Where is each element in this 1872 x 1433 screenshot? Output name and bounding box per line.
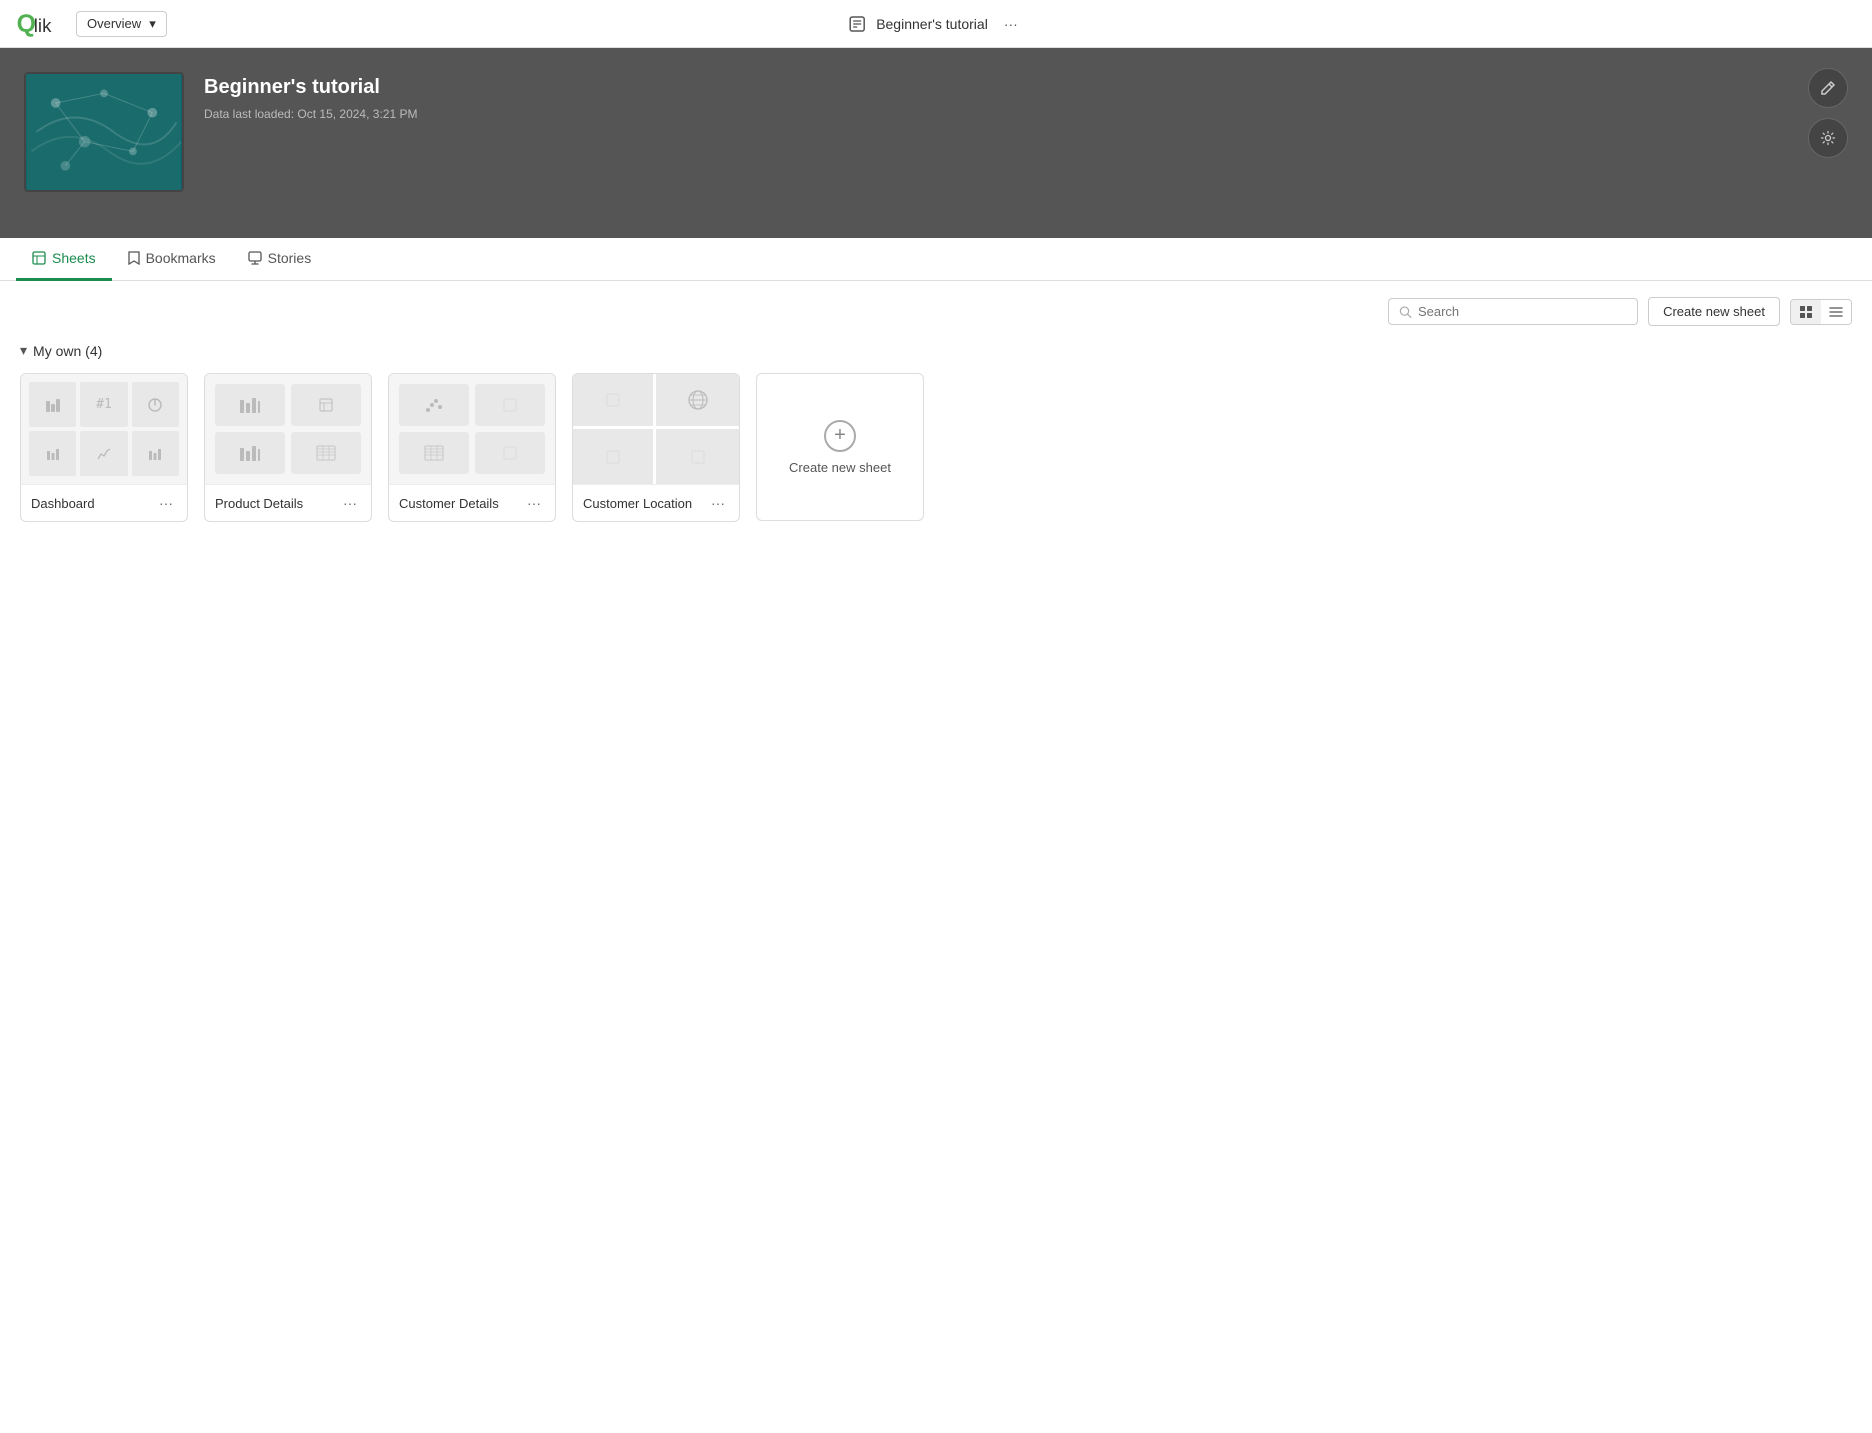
sheet-card-customer-location-footer: Customer Location ··· <box>573 484 739 521</box>
cl-cell-tr <box>656 374 739 429</box>
my-own-label: My own (4) <box>33 343 102 359</box>
view-toggle <box>1790 299 1852 325</box>
sheet-name-customer-location: Customer Location <box>583 496 692 511</box>
product-cell-2 <box>291 384 361 426</box>
overview-dropdown[interactable]: Overview ▾ <box>76 11 167 37</box>
tabs-bar: Sheets Bookmarks Stories <box>0 238 1872 281</box>
list-icon <box>1829 305 1843 319</box>
cl-cell-tl <box>573 374 656 429</box>
dash-cell-3 <box>132 382 179 427</box>
grid-view-button[interactable] <box>1791 300 1821 324</box>
qlik-logo: Q lik <box>16 10 64 38</box>
plus-icon: + <box>824 420 856 452</box>
hero-info: Beginner's tutorial Data last loaded: Oc… <box>204 72 417 121</box>
product-cell-4 <box>291 432 361 474</box>
hero-title: Beginner's tutorial <box>204 76 417 99</box>
sheet-card-product-details-menu[interactable]: ··· <box>339 493 361 513</box>
create-new-sheet-button[interactable]: Create new sheet <box>1648 297 1780 326</box>
tutorial-icon <box>848 15 866 33</box>
search-box[interactable] <box>1388 298 1638 325</box>
sheet-card-dashboard[interactable]: #1 Dashboard <box>20 373 188 522</box>
settings-button[interactable] <box>1808 118 1848 158</box>
tab-stories[interactable]: Stories <box>232 238 328 281</box>
tab-stories-label: Stories <box>268 250 312 266</box>
cards-grid: #1 Dashboard <box>20 373 1852 522</box>
cl-cell-bl <box>573 429 656 484</box>
sheet-name-customer-details: Customer Details <box>399 496 499 511</box>
svg-text:lik: lik <box>34 14 52 35</box>
product-cell-1 <box>215 384 285 426</box>
edit-button[interactable] <box>1808 68 1848 108</box>
sheet-card-customer-details-footer: Customer Details ··· <box>389 484 555 521</box>
top-bar: Q lik Overview ▾ Beginner's tutorial ··· <box>0 0 1872 48</box>
sheet-name-product-details: Product Details <box>215 496 303 511</box>
search-icon <box>1399 305 1412 319</box>
create-sheet-card-label: Create new sheet <box>789 460 891 475</box>
sheet-card-customer-location-preview <box>573 374 739 484</box>
more-options-button[interactable]: ··· <box>998 12 1024 36</box>
collapse-icon[interactable]: ▾ <box>20 342 27 359</box>
sheet-card-product-details-footer: Product Details ··· <box>205 484 371 521</box>
sheet-card-product-details-preview <box>205 374 371 484</box>
sheet-card-customer-location-menu[interactable]: ··· <box>707 493 729 513</box>
dash-cell-4 <box>29 431 76 476</box>
tab-bookmarks-label: Bookmarks <box>146 250 216 266</box>
sheet-card-customer-location[interactable]: Customer Location ··· <box>572 373 740 522</box>
product-cell-3 <box>215 432 285 474</box>
dash-cell-6 <box>132 431 179 476</box>
cl-cell-br <box>656 429 739 484</box>
top-center: Beginner's tutorial ··· <box>848 12 1024 36</box>
sheet-card-dashboard-preview: #1 <box>21 374 187 484</box>
list-view-button[interactable] <box>1821 300 1851 324</box>
customer-cell-2 <box>475 384 545 426</box>
toolbar-row: Create new sheet <box>20 297 1852 326</box>
hero-thumbnail <box>24 72 184 192</box>
grid-icon <box>1799 305 1813 319</box>
create-new-sheet-card[interactable]: + Create new sheet <box>756 373 924 521</box>
customer-cell-1 <box>399 384 469 426</box>
customer-cell-3 <box>399 432 469 474</box>
tutorial-title: Beginner's tutorial <box>876 16 988 32</box>
dash-cell-1 <box>29 382 76 427</box>
chevron-down-icon: ▾ <box>149 16 156 32</box>
dash-cell-5 <box>80 431 127 476</box>
hero-actions <box>1808 68 1848 158</box>
sheet-card-dashboard-menu[interactable]: ··· <box>155 493 177 513</box>
overview-label: Overview <box>87 16 141 31</box>
sheet-card-dashboard-footer: Dashboard ··· <box>21 484 187 521</box>
sheet-card-product-details[interactable]: Product Details ··· <box>204 373 372 522</box>
sheet-card-customer-details-menu[interactable]: ··· <box>523 493 545 513</box>
sheet-card-customer-details[interactable]: Customer Details ··· <box>388 373 556 522</box>
hero-last-loaded: Data last loaded: Oct 15, 2024, 3:21 PM <box>204 107 417 121</box>
dash-cell-2: #1 <box>80 382 127 427</box>
tab-sheets-label: Sheets <box>52 250 96 266</box>
content-area: Create new sheet ▾ My ow <box>0 281 1872 538</box>
sheet-card-customer-details-preview <box>389 374 555 484</box>
hero-section: Beginner's tutorial Data last loaded: Oc… <box>0 48 1872 238</box>
tab-bookmarks[interactable]: Bookmarks <box>112 238 232 281</box>
sheet-name-dashboard: Dashboard <box>31 496 95 511</box>
tab-sheets[interactable]: Sheets <box>16 238 112 281</box>
my-own-section-header: ▾ My own (4) <box>20 342 1852 359</box>
search-input[interactable] <box>1418 304 1627 319</box>
customer-cell-4 <box>475 432 545 474</box>
